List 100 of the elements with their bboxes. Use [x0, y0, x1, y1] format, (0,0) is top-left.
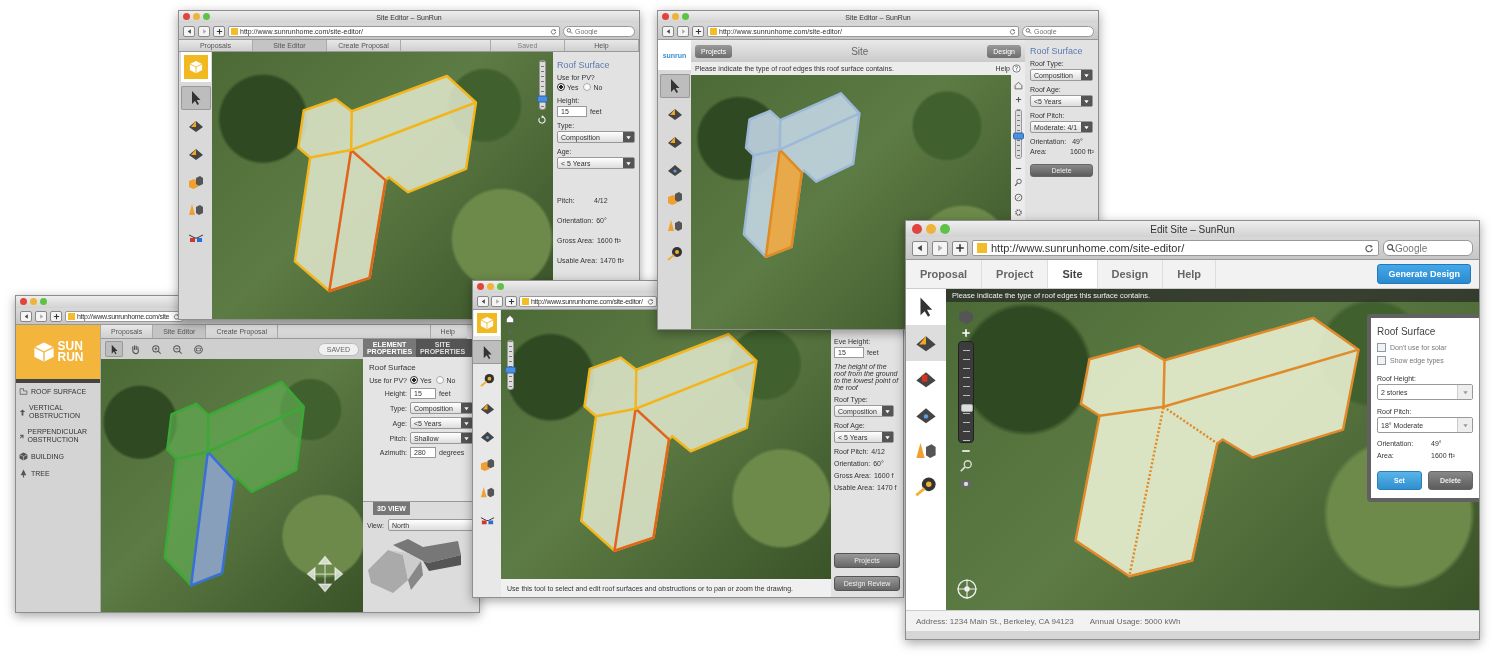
right-triangle-icon	[37, 312, 45, 320]
back-button[interactable]	[662, 25, 674, 37]
page-icon	[231, 27, 238, 35]
page-icon	[522, 297, 529, 305]
right-triangle-icon	[935, 243, 945, 253]
logo-text: SUN	[57, 341, 84, 352]
help-icon	[1012, 64, 1021, 73]
reload-icon	[1364, 243, 1374, 253]
tool-button[interactable]	[659, 74, 690, 98]
caret-icon	[1461, 421, 1469, 429]
reload-icon	[550, 27, 557, 35]
zoom-out-icon	[171, 343, 183, 355]
reload-icon	[1009, 27, 1016, 35]
tool-button[interactable]	[906, 325, 946, 361]
forward-button[interactable]	[932, 240, 948, 256]
caret-icon	[1083, 71, 1090, 79]
address-field[interactable]: http://www.sunrunhome.com/site-editor/	[972, 240, 1379, 256]
zoom-slider[interactable]	[538, 60, 546, 110]
panel-heading: Roof Surface	[369, 363, 417, 372]
tab[interactable]: Proposal	[906, 260, 983, 288]
slider-thumb[interactable]	[1012, 132, 1024, 140]
caret-icon	[884, 433, 891, 441]
zoom-slider[interactable]	[958, 341, 974, 443]
checkbox[interactable]	[1377, 356, 1386, 365]
close-button[interactable]	[477, 283, 484, 290]
zoom-out-icon	[507, 395, 513, 401]
search-field[interactable]: Google	[1383, 240, 1473, 256]
radio-button[interactable]	[436, 376, 445, 384]
right-triangle-icon	[679, 27, 687, 35]
cone-and-box-icon	[666, 218, 683, 234]
page-icon	[977, 243, 987, 253]
back-button[interactable]	[477, 295, 489, 307]
boxes-icon	[666, 190, 683, 206]
boxes-icon	[479, 456, 495, 472]
logo-text: RUN	[57, 352, 84, 363]
window-title: Edit Site – SunRun	[1150, 223, 1235, 235]
cube-icon	[480, 316, 494, 330]
radio-button[interactable]	[557, 83, 565, 91]
zoom-in-icon	[961, 328, 971, 338]
plus-icon	[507, 297, 515, 305]
tool-button[interactable]	[105, 341, 123, 357]
tool-button[interactable]	[180, 86, 211, 110]
page-icon	[710, 27, 717, 35]
add-bookmark-button[interactable]	[505, 295, 517, 307]
close-button[interactable]	[912, 224, 922, 234]
back-button[interactable]	[183, 25, 195, 37]
caret-icon	[1461, 388, 1469, 396]
search-icon	[959, 459, 973, 473]
tab[interactable]: Site	[1048, 260, 1098, 288]
roof-icon	[187, 146, 204, 162]
caret-icon	[625, 159, 632, 167]
back-button[interactable]	[912, 240, 928, 256]
zoom-out-icon	[1014, 165, 1022, 172]
left-triangle-icon	[22, 312, 30, 320]
panel-heading: Roof Surface	[1030, 46, 1084, 56]
add-bookmark-button[interactable]	[952, 240, 968, 256]
search-icon	[1013, 178, 1023, 187]
zoom-in-icon	[1014, 96, 1022, 103]
back-button[interactable]	[20, 310, 32, 322]
left-triangle-icon	[664, 27, 672, 35]
home-icon	[505, 314, 515, 324]
add-bookmark-button[interactable]	[213, 25, 225, 37]
panel-heading: Roof Surface	[557, 60, 611, 70]
home-icon	[1013, 81, 1023, 90]
roof-icon	[187, 118, 204, 134]
reload-icon	[173, 312, 181, 320]
tab[interactable]: Design	[1097, 260, 1164, 288]
zoom-slider[interactable]	[506, 340, 514, 390]
slider-thumb[interactable]	[536, 95, 548, 103]
plus-icon	[694, 27, 702, 35]
roof-icon	[666, 106, 683, 122]
cube-icon	[958, 309, 974, 325]
pin-icon	[19, 407, 27, 417]
zoom-in-icon	[507, 329, 513, 335]
slider-thumb[interactable]	[504, 366, 516, 374]
plus-icon	[215, 27, 223, 35]
close-button[interactable]	[20, 298, 27, 305]
search-icon	[566, 27, 573, 35]
cube-icon	[32, 341, 55, 363]
tree-icon	[19, 469, 28, 478]
close-button[interactable]	[183, 13, 190, 20]
add-bookmark-button[interactable]	[692, 25, 704, 37]
radio-button[interactable]	[410, 376, 418, 384]
left-triangle-icon	[915, 243, 925, 253]
caret-icon	[884, 407, 891, 415]
tab[interactable]: Help	[1163, 260, 1217, 288]
page-icon	[68, 312, 75, 320]
panel-heading: Roof Surface	[1377, 326, 1437, 337]
tool-button[interactable]	[473, 340, 502, 364]
target-icon	[192, 343, 204, 355]
radio-button[interactable]	[583, 83, 592, 91]
slider-thumb[interactable]	[961, 404, 973, 412]
add-bookmark-button[interactable]	[50, 310, 62, 322]
roof-outline-icon	[19, 387, 28, 396]
zoom-slider[interactable]	[1014, 109, 1022, 159]
right-triangle-icon	[493, 297, 501, 305]
caret-icon	[1083, 97, 1090, 105]
checkbox[interactable]	[1377, 343, 1386, 352]
search-icon	[1386, 243, 1396, 253]
close-button[interactable]	[662, 13, 669, 20]
